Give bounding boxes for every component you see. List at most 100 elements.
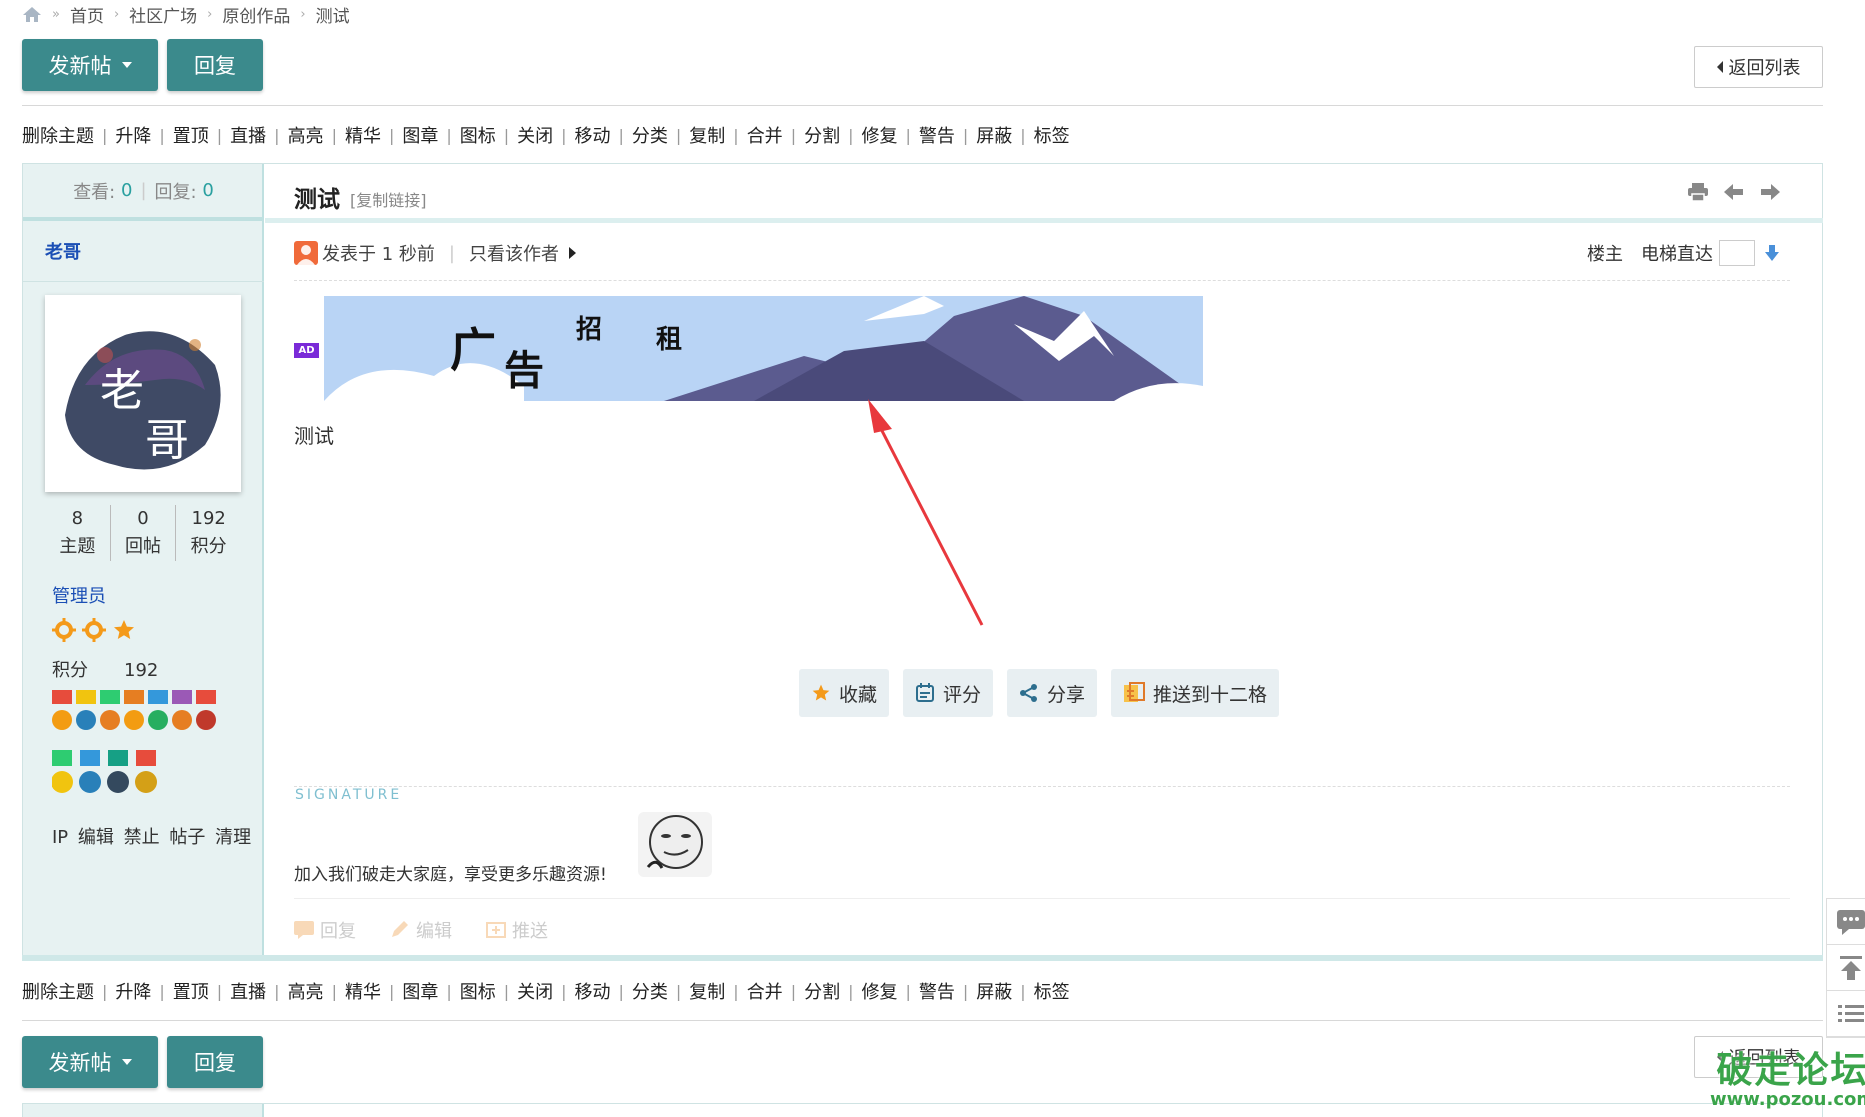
mod-action[interactable]: 图章: [402, 978, 438, 1004]
footer-edit[interactable]: 编辑: [390, 917, 452, 943]
comment-icon: [294, 921, 314, 939]
post-footer: 回复 编辑 推送: [294, 917, 548, 943]
header-line: [265, 218, 1823, 223]
thread-tools: [1688, 183, 1780, 201]
mod-action[interactable]: 删除主题: [22, 978, 94, 1004]
mod-action[interactable]: 置顶: [173, 978, 209, 1004]
pencil-icon: [392, 921, 408, 937]
ad-banner[interactable]: 广 告 招 租: [324, 296, 1203, 401]
thread-stats: 查看: 0 | 回复: 0: [23, 164, 264, 221]
share-button[interactable]: 分享: [1007, 669, 1098, 717]
level-stars: [52, 618, 136, 642]
mod-action[interactable]: 警告: [919, 122, 955, 148]
mod-action[interactable]: 屏蔽: [976, 122, 1012, 148]
mod-action[interactable]: 精华: [345, 978, 381, 1004]
stat-points[interactable]: 192 积分: [175, 505, 241, 561]
favorite-button[interactable]: 收藏: [799, 669, 890, 717]
arrow-down-icon[interactable]: [1765, 245, 1779, 261]
author-name[interactable]: 老哥: [45, 238, 81, 264]
clean-link[interactable]: 清理: [215, 827, 251, 848]
mod-action[interactable]: 合并: [747, 978, 783, 1004]
star-icon: [114, 620, 134, 639]
mod-action[interactable]: 复制: [689, 122, 725, 148]
ban-link[interactable]: 禁止: [124, 827, 160, 848]
copy-link[interactable]: [复制链接]: [350, 187, 427, 211]
next-thread-icon[interactable]: [1760, 183, 1780, 201]
mod-action[interactable]: 高亮: [288, 122, 324, 148]
mod-action[interactable]: 图标: [460, 122, 496, 148]
mod-action[interactable]: 升降: [115, 122, 151, 148]
quick-reply-button[interactable]: [1827, 899, 1865, 945]
list-button[interactable]: [1827, 991, 1865, 1037]
list-icon: [1837, 1004, 1864, 1022]
mod-action[interactable]: 删除主题: [22, 122, 94, 148]
avatar[interactable]: 老 哥: [45, 295, 241, 492]
mod-action[interactable]: 移动: [575, 978, 611, 1004]
post-content: 测试: [294, 424, 334, 448]
mod-action[interactable]: 直播: [230, 122, 266, 148]
mod-action[interactable]: 图章: [402, 122, 438, 148]
medal-row-1: [52, 690, 216, 730]
home-icon[interactable]: [22, 6, 42, 22]
mod-action[interactable]: 警告: [919, 978, 955, 1004]
mod-action[interactable]: 分割: [804, 122, 840, 148]
back-label: 返回列表: [1728, 58, 1801, 79]
mod-action[interactable]: 合并: [747, 122, 783, 148]
mod-action[interactable]: 标签: [1034, 978, 1070, 1004]
print-icon[interactable]: [1688, 183, 1708, 201]
footer-reply[interactable]: 回复: [294, 917, 356, 943]
calendar-icon: [915, 683, 935, 703]
jump-floor-input[interactable]: [1719, 240, 1755, 266]
reply-button[interactable]: 回复: [167, 39, 263, 91]
stat-replies[interactable]: 0 回帖: [109, 505, 176, 561]
mod-action[interactable]: 升降: [115, 978, 151, 1004]
new-thread-button[interactable]: 发新帖: [22, 39, 158, 91]
mod-action[interactable]: 屏蔽: [976, 978, 1012, 1004]
mod-action[interactable]: 移动: [575, 122, 611, 148]
posts-link[interactable]: 帖子: [169, 827, 205, 848]
replies-count: 0: [202, 180, 214, 201]
mod-action[interactable]: 修复: [861, 122, 897, 148]
back-to-top-button[interactable]: [1827, 945, 1865, 991]
breadcrumb-community[interactable]: 社区广场: [129, 2, 197, 27]
only-author-link[interactable]: 只看该作者: [469, 240, 559, 266]
new-thread-button-bottom[interactable]: 发新帖: [22, 1036, 158, 1088]
user-group[interactable]: 管理员: [52, 582, 106, 608]
mod-action[interactable]: 分割: [804, 978, 840, 1004]
mod-action[interactable]: 分类: [632, 122, 668, 148]
mod-action[interactable]: 置顶: [173, 122, 209, 148]
footer-push[interactable]: 推送: [486, 917, 548, 943]
mod-action[interactable]: 标签: [1034, 122, 1070, 148]
mod-action[interactable]: 高亮: [288, 978, 324, 1004]
stat-threads[interactable]: 8 主题: [45, 505, 110, 561]
ad-char-2: 告: [504, 347, 544, 394]
mod-action[interactable]: 关闭: [517, 122, 553, 148]
edit-user-link[interactable]: 编辑: [78, 827, 114, 848]
breadcrumb-original[interactable]: 原创作品: [222, 2, 290, 27]
rate-button[interactable]: 评分: [903, 669, 994, 717]
reply-button-bottom[interactable]: 回复: [167, 1036, 263, 1088]
mod-action[interactable]: 关闭: [517, 978, 553, 1004]
ip-link[interactable]: IP: [52, 827, 68, 848]
avatar-text-1: 老: [100, 365, 144, 416]
push-icon: [1123, 682, 1146, 704]
back-to-list-button[interactable]: 返回列表: [1694, 46, 1823, 88]
chat-icon: [1836, 909, 1865, 935]
mod-action[interactable]: 复制: [689, 978, 725, 1004]
breadcrumb-home[interactable]: 首页: [70, 2, 104, 27]
admin-links: IP 编辑 禁止 帖子 清理: [52, 823, 251, 849]
mod-action[interactable]: 精华: [345, 122, 381, 148]
views-count: 0: [121, 180, 133, 201]
sun-icon: [82, 618, 106, 642]
mod-action[interactable]: 修复: [861, 978, 897, 1004]
star-icon: [811, 683, 831, 703]
mod-action[interactable]: 图标: [460, 978, 496, 1004]
mod-action[interactable]: 直播: [230, 978, 266, 1004]
breadcrumb: » 首页 › 社区广场 › 原创作品 › 测试: [22, 0, 350, 28]
prev-thread-icon[interactable]: [1724, 183, 1744, 201]
mod-action[interactable]: 分类: [632, 978, 668, 1004]
breadcrumb-current[interactable]: 测试: [316, 2, 350, 27]
annotation-arrow-icon: [868, 399, 984, 626]
push-button[interactable]: 推送到十二格: [1111, 669, 1280, 717]
arrow-up-icon: [1839, 955, 1862, 980]
